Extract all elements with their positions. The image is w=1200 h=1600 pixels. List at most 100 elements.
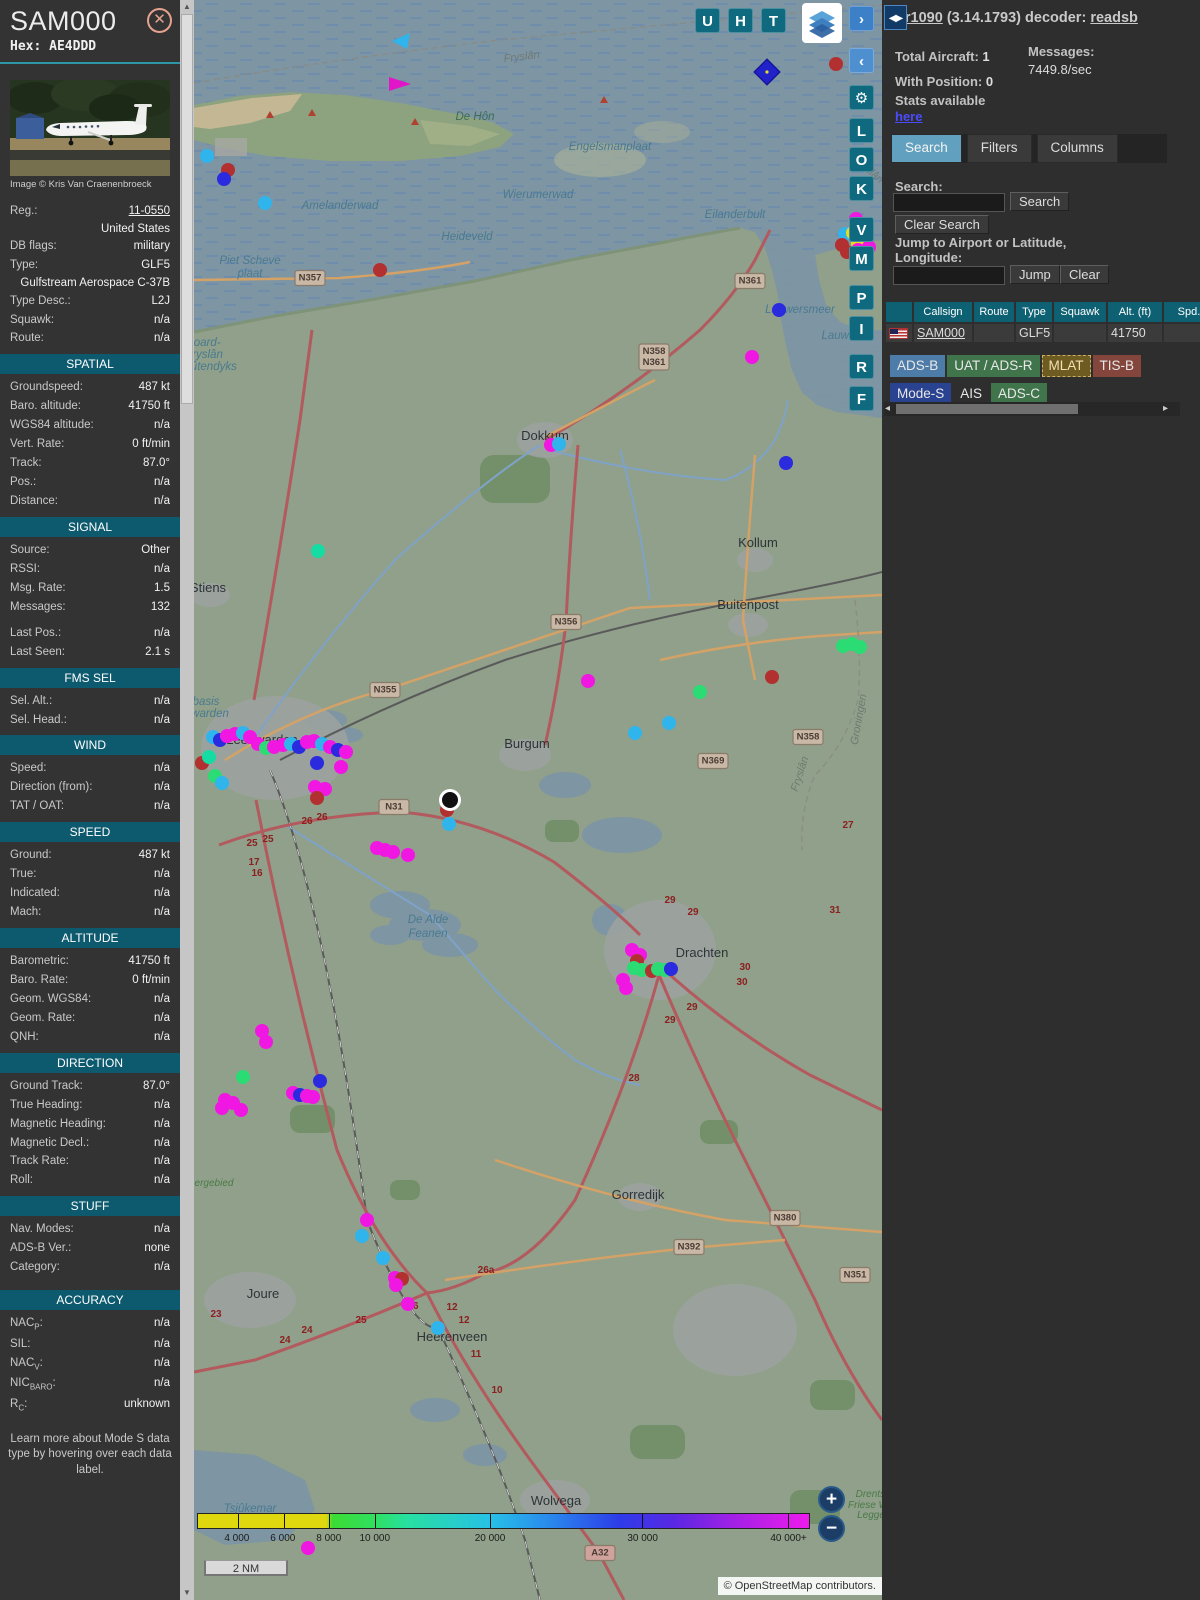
zoom-in-button[interactable]: +: [818, 1486, 845, 1513]
map-button-r[interactable]: R: [849, 354, 874, 379]
aircraft-dot[interactable]: [373, 263, 387, 277]
close-icon[interactable]: ✕: [147, 8, 172, 33]
search-input[interactable]: [893, 193, 1005, 212]
legend-mlat[interactable]: MLAT: [1041, 355, 1091, 377]
aircraft-dot[interactable]: [200, 149, 214, 163]
aircraft-dot[interactable]: [258, 196, 272, 210]
map-button-f[interactable]: F: [849, 386, 874, 411]
aircraft-dot[interactable]: [313, 1074, 327, 1088]
map-view[interactable]: N357 N355 N356 N358 N361 N361 N358 N369 N31 N380 N…: [194, 0, 882, 1600]
aircraft-dot[interactable]: [306, 1090, 320, 1104]
column-header[interactable]: Spd.: [1164, 302, 1200, 322]
aircraft-dot[interactable]: [355, 1229, 369, 1243]
legend-ads-b[interactable]: ADS-B: [890, 355, 946, 377]
map-button-m[interactable]: M: [849, 246, 874, 271]
aircraft-dot[interactable]: [339, 745, 353, 759]
aircraft-dot[interactable]: [431, 1321, 445, 1335]
registration-link[interactable]: 11-0550: [129, 204, 170, 219]
aircraft-dot[interactable]: [236, 1070, 250, 1084]
aircraft-dot[interactable]: [779, 456, 793, 470]
legend-uat-ads-r[interactable]: UAT / ADS-R: [947, 355, 1040, 377]
aircraft-dot[interactable]: [581, 674, 595, 688]
map-button-k[interactable]: K: [849, 176, 874, 201]
sidebar-scrollbar[interactable]: ▲ ▼: [180, 0, 194, 1600]
map-button-‹[interactable]: ‹: [849, 48, 874, 73]
aircraft-dot[interactable]: [301, 1541, 315, 1555]
aircraft-dot[interactable]: [215, 1101, 229, 1115]
aircraft-dot[interactable]: [628, 726, 642, 740]
scrollbar-thumb[interactable]: [181, 14, 193, 404]
aircraft-dot[interactable]: [829, 57, 843, 71]
aircraft-dot[interactable]: [234, 1103, 248, 1117]
aircraft-dot[interactable]: [202, 750, 216, 764]
column-header[interactable]: Callsign: [914, 302, 972, 322]
aircraft-dot[interactable]: [745, 350, 759, 364]
zoom-out-button[interactable]: −: [818, 1515, 845, 1542]
aircraft-dot[interactable]: [310, 791, 324, 805]
aircraft-dot[interactable]: [662, 716, 676, 730]
column-header[interactable]: Type: [1016, 302, 1052, 322]
readsb-link[interactable]: readsb: [1090, 10, 1138, 26]
aircraft-dot[interactable]: [376, 1251, 390, 1265]
tab-columns[interactable]: Columns: [1036, 134, 1118, 163]
table-hscrollbar[interactable]: ◂: [884, 402, 1180, 416]
jump-input[interactable]: [893, 266, 1005, 285]
scroll-up-icon[interactable]: ▲: [180, 0, 194, 14]
stats-here-link[interactable]: here: [895, 109, 922, 124]
map-button-v[interactable]: V: [849, 217, 874, 242]
aircraft-dot[interactable]: [664, 962, 678, 976]
legend-mode-s[interactable]: Mode-S: [890, 382, 952, 404]
legend-ais[interactable]: AIS: [953, 383, 989, 405]
aircraft-dot[interactable]: [853, 640, 867, 654]
map-button-p[interactable]: P: [849, 285, 874, 310]
aircraft-dot[interactable]: [334, 760, 348, 774]
table-row[interactable]: SAM000 GLF5 41750: [886, 324, 1200, 342]
aircraft-dot[interactable]: [552, 437, 566, 451]
aircraft-dot[interactable]: [360, 1213, 374, 1227]
aircraft-dot[interactable]: [217, 172, 231, 186]
column-header[interactable]: [886, 302, 912, 322]
column-header[interactable]: Alt. (ft): [1108, 302, 1162, 322]
aircraft-dot[interactable]: [619, 981, 633, 995]
map-button-l[interactable]: L: [849, 118, 874, 143]
aircraft-dot[interactable]: [693, 685, 707, 699]
search-button[interactable]: Search: [1010, 192, 1070, 211]
jump-button[interactable]: Jump: [1010, 265, 1060, 284]
aircraft-dot[interactable]: [401, 848, 415, 862]
aircraft-dot[interactable]: [401, 1297, 415, 1311]
gear-icon[interactable]: ⚙: [849, 85, 874, 110]
divider: [0, 62, 180, 64]
layers-button[interactable]: [802, 3, 842, 43]
clear-jump-button[interactable]: Clear: [1060, 265, 1110, 284]
map-button-h[interactable]: H: [728, 8, 753, 33]
aircraft-dot[interactable]: [310, 756, 324, 770]
legend-ads-c[interactable]: ADS-C: [991, 382, 1048, 404]
scroll-left-icon[interactable]: ◂: [885, 402, 890, 416]
data-row: Direction (from): n/a: [0, 778, 180, 797]
map-button-t[interactable]: T: [761, 8, 786, 33]
scroll-down-icon[interactable]: ▼: [180, 1586, 194, 1600]
panel-toggle-icon[interactable]: ◀▶: [884, 5, 907, 30]
aircraft-dot[interactable]: [765, 670, 779, 684]
aircraft-dot[interactable]: [259, 1035, 273, 1049]
tab-search[interactable]: Search: [891, 134, 962, 163]
data-row: Nav. Modes: n/a: [0, 1220, 180, 1239]
callsign-cell[interactable]: SAM000: [914, 324, 972, 342]
hscroll-thumb[interactable]: [896, 404, 1078, 414]
aircraft-dot[interactable]: [389, 1278, 403, 1292]
map-button-o[interactable]: O: [849, 147, 874, 172]
map-button-u[interactable]: U: [695, 8, 720, 33]
aircraft-dot[interactable]: [215, 776, 229, 790]
aircraft-dot[interactable]: [311, 544, 325, 558]
clear-search-button[interactable]: Clear Search: [895, 215, 989, 234]
scroll-right-icon[interactable]: ▸: [1163, 402, 1168, 416]
column-header[interactable]: Squawk: [1054, 302, 1106, 322]
aircraft-dot[interactable]: [386, 845, 400, 859]
aircraft-dot[interactable]: [442, 817, 456, 831]
map-button-i[interactable]: I: [849, 316, 874, 341]
tab-filters[interactable]: Filters: [966, 134, 1032, 163]
map-button-›[interactable]: ›: [849, 6, 874, 31]
legend-tis-b[interactable]: TIS-B: [1092, 355, 1142, 377]
column-header[interactable]: Route: [974, 302, 1014, 322]
aircraft-dot[interactable]: [772, 303, 786, 317]
